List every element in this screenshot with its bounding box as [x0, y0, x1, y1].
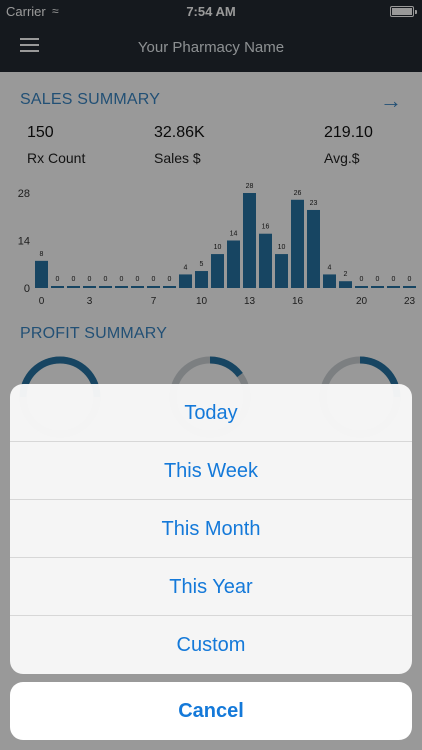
option-this-week[interactable]: This Week — [10, 442, 412, 500]
cancel-button[interactable]: Cancel — [10, 682, 412, 740]
option-this-month[interactable]: This Month — [10, 500, 412, 558]
option-this-year[interactable]: This Year — [10, 558, 412, 616]
option-today[interactable]: Today — [10, 384, 412, 442]
option-custom[interactable]: Custom — [10, 616, 412, 674]
date-range-action-sheet: Today This Week This Month This Year Cus… — [10, 384, 412, 674]
